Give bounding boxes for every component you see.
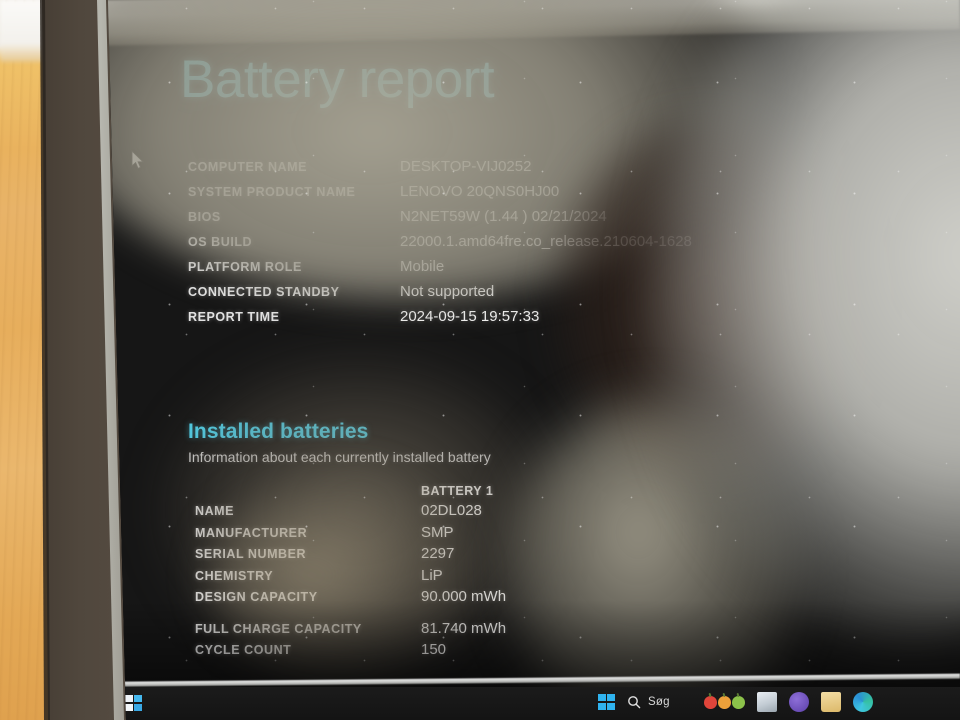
installed-batteries-heading: Installed batteries bbox=[188, 420, 369, 443]
apple-green-icon bbox=[731, 695, 745, 709]
teams-icon bbox=[788, 692, 809, 712]
search-label: Søg bbox=[648, 696, 670, 708]
row-label: SYSTEM PRODUCT NAME bbox=[188, 185, 356, 199]
edge-button[interactable] bbox=[852, 692, 873, 712]
row-value: Not supported bbox=[400, 283, 495, 300]
documents-button[interactable] bbox=[820, 692, 841, 712]
table-row: COMPUTER NAME DESKTOP-VIJ0252 bbox=[188, 158, 692, 183]
row-value: SMP bbox=[421, 523, 454, 541]
folder-icon bbox=[756, 692, 777, 712]
row-value: N2NET59W (1.44 ) 02/21/2024 bbox=[400, 208, 607, 225]
apple-orange-icon bbox=[717, 695, 731, 709]
table-header-row: BATTERY 1 bbox=[195, 484, 506, 502]
edge-icon bbox=[852, 692, 873, 712]
mouse-pointer bbox=[131, 150, 145, 170]
start-button[interactable] bbox=[598, 694, 615, 710]
apple-red-icon bbox=[703, 695, 717, 709]
taskbar-icons: Søg bbox=[598, 687, 873, 717]
row-label: CONNECTED STANDBY bbox=[188, 285, 340, 299]
table-row: BIOS N2NET59W (1.44 ) 02/21/2024 bbox=[188, 208, 692, 233]
table-row: PLATFORM ROLE Mobile bbox=[188, 258, 692, 283]
widgets-button[interactable] bbox=[703, 695, 745, 709]
folder-icon bbox=[820, 692, 841, 712]
row-value: 2024-09-15 19:57:33 bbox=[400, 308, 540, 325]
row-value: 02DL028 bbox=[421, 502, 482, 519]
table-row: SERIAL NUMBER 2297 bbox=[195, 545, 506, 567]
taskbar-area: Søg bbox=[108, 673, 960, 720]
table-row: OS BUILD 22000.1.amd64fre.co_release.210… bbox=[188, 233, 692, 258]
column-header-battery-1: BATTERY 1 bbox=[421, 484, 494, 498]
secondary-display-start-button[interactable] bbox=[125, 695, 145, 712]
row-value: DESKTOP-VIJ0252 bbox=[400, 158, 532, 175]
file-explorer-button[interactable] bbox=[756, 692, 777, 712]
system-info-table: COMPUTER NAME DESKTOP-VIJ0252 SYSTEM PRO… bbox=[188, 158, 692, 333]
page-title: Battery report bbox=[180, 50, 495, 109]
table-row: REPORT TIME 2024-09-15 19:57:33 bbox=[188, 308, 692, 333]
row-label: COMPUTER NAME bbox=[188, 160, 307, 174]
windows-logo-icon bbox=[598, 694, 615, 710]
row-label: PLATFORM ROLE bbox=[188, 260, 302, 274]
row-value: 22000.1.amd64fre.co_release.210604-1628 bbox=[400, 233, 692, 250]
installed-batteries-subheading: Information about each currently install… bbox=[188, 449, 491, 465]
table-row: CHEMISTRY LiP bbox=[195, 567, 506, 589]
row-value: Mobile bbox=[400, 258, 445, 275]
row-label: MANUFACTURER bbox=[195, 525, 308, 540]
table-row: SYSTEM PRODUCT NAME LENOVO 20QNS0HJ00 bbox=[188, 183, 692, 208]
table-row: MANUFACTURER SMP bbox=[195, 524, 506, 546]
row-label: CHEMISTRY bbox=[195, 568, 274, 583]
search-icon bbox=[628, 696, 641, 709]
row-label: SERIAL NUMBER bbox=[195, 547, 307, 561]
row-label: NAME bbox=[195, 504, 235, 518]
search-button[interactable]: Søg bbox=[627, 695, 670, 709]
table-row: NAME 02DL028 bbox=[195, 502, 506, 524]
row-label: REPORT TIME bbox=[188, 310, 280, 324]
row-value: 2297 bbox=[421, 545, 455, 562]
row-value: LiP bbox=[421, 566, 443, 584]
windows-logo-icon bbox=[125, 695, 142, 711]
teams-button[interactable] bbox=[788, 692, 809, 712]
row-label: OS BUILD bbox=[188, 235, 253, 249]
row-label: BIOS bbox=[188, 210, 221, 224]
photo-of-laptop-screen: Battery report COMPUTER NAME DESKTOP-VIJ… bbox=[0, 0, 960, 720]
table-row: CONNECTED STANDBY Not supported bbox=[188, 283, 692, 308]
row-value: LENOVO 20QNS0HJ00 bbox=[400, 183, 560, 200]
laptop-screen: Battery report COMPUTER NAME DESKTOP-VIJ… bbox=[108, 0, 960, 720]
